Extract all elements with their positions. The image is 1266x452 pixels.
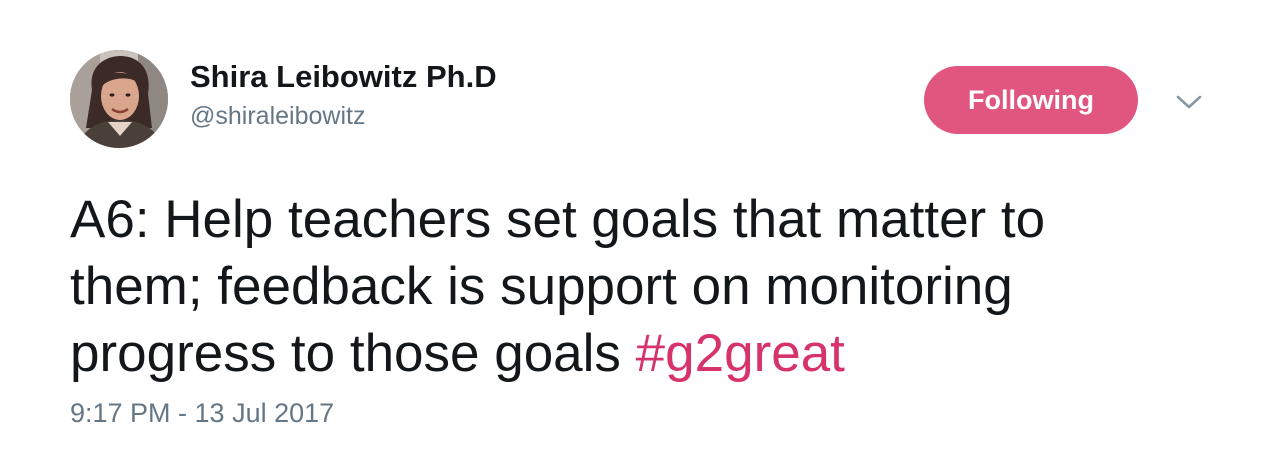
avatar-photo: [70, 50, 168, 148]
tweet-card: Shira Leibowitz Ph.D @shiraleibowitz Fol…: [0, 0, 1266, 452]
following-button[interactable]: Following: [924, 66, 1138, 134]
hashtag-link[interactable]: #g2great: [636, 324, 845, 383]
user-info: Shira Leibowitz Ph.D @shiraleibowitz: [190, 58, 497, 132]
tweet-text: A6: Help teachers set goals that matter …: [70, 186, 1220, 387]
chevron-down-icon[interactable]: [1176, 94, 1202, 110]
display-name[interactable]: Shira Leibowitz Ph.D: [190, 58, 497, 96]
tweet-text-line: them; feedback is support on monitoring: [70, 257, 1013, 316]
tweet-text-line: A6: Help teachers set goals that matter …: [70, 190, 1046, 249]
avatar[interactable]: [70, 50, 168, 148]
tweet-text-segment: progress to those goals: [70, 324, 636, 383]
tweet-timestamp[interactable]: 9:17 PM - 13 Jul 2017: [70, 398, 334, 429]
user-handle[interactable]: @shiraleibowitz: [190, 100, 497, 132]
tweet-text-line: progress to those goals #g2great: [70, 320, 1220, 387]
